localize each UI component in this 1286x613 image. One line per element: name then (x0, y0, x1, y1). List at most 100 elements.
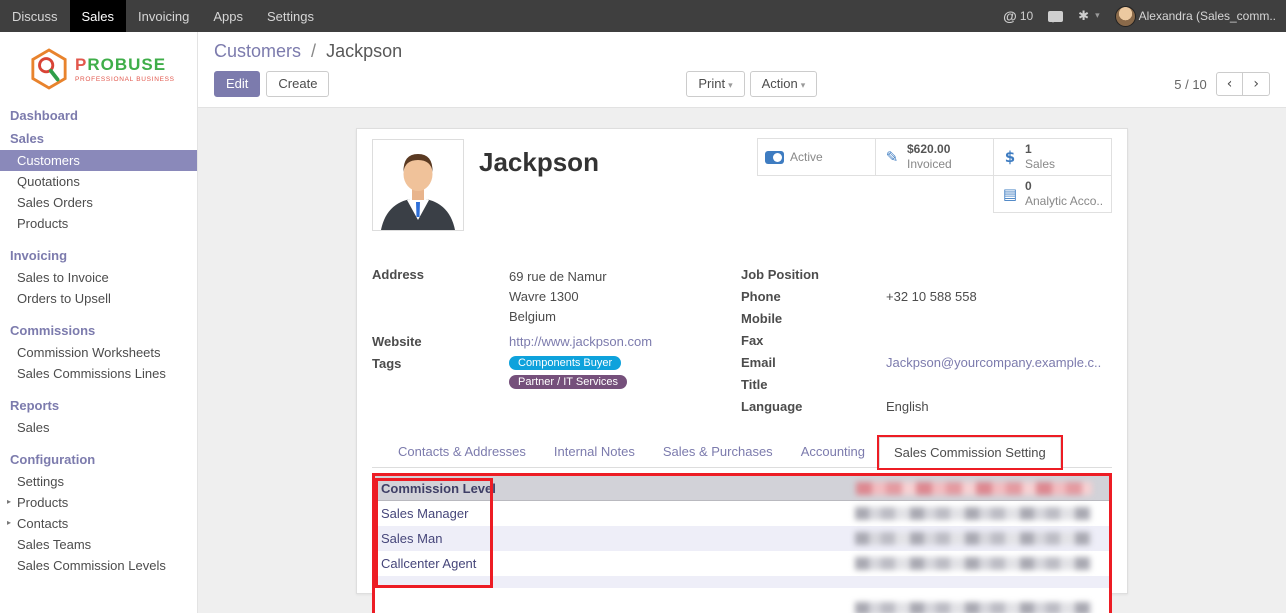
user-name: Alexandra (Sales_comm.. (1139, 9, 1276, 23)
pager-previous-button[interactable]: ‹ (1216, 72, 1244, 97)
mentions-button[interactable]: @ 10 (1003, 8, 1033, 24)
tab-sales-purchases[interactable]: Sales & Purchases (649, 437, 787, 468)
notebook-tabs: Contacts & Addresses Internal Notes Sale… (372, 436, 1112, 468)
sidebar-item-config-products[interactable]: ▸ Products (0, 492, 197, 513)
tab-internal-notes[interactable]: Internal Notes (540, 437, 649, 468)
sidebar-header-reports[interactable]: Reports (0, 394, 197, 417)
topbar: Discuss Sales Invoicing Apps Settings @ … (0, 0, 1286, 32)
systray: @ 10 ✱ ▾ Alexandra (Sales_comm.. (1003, 0, 1286, 32)
pencil-icon: ✎ (883, 148, 901, 166)
messages-button[interactable] (1048, 11, 1063, 22)
sidebar-item-settings[interactable]: Settings (0, 471, 197, 492)
tab-contacts-addresses[interactable]: Contacts & Addresses (384, 437, 540, 468)
tag-components-buyer[interactable]: Components Buyer (509, 356, 621, 370)
address-value: 69 rue de Namur Wavre 1300 Belgium (509, 267, 724, 327)
tag-partner-it-services[interactable]: Partner / IT Services (509, 375, 627, 389)
stat-button-invoiced[interactable]: ✎ $620.00 Invoiced (875, 138, 994, 176)
logo-title: PROBUSE (75, 56, 175, 73)
menu-invoicing[interactable]: Invoicing (126, 0, 201, 32)
menu-settings[interactable]: Settings (255, 0, 326, 32)
sidebar-item-sales-to-invoice[interactable]: Sales to Invoice (0, 267, 197, 288)
sidebar-item-sales-orders[interactable]: Sales Orders (0, 192, 197, 213)
chat-icon (1048, 11, 1063, 22)
top-menu: Discuss Sales Invoicing Apps Settings (0, 0, 326, 32)
tab-sales-commission-setting[interactable]: Sales Commission Setting (879, 437, 1061, 468)
title-label: Title (741, 377, 886, 392)
field-groups: Address 69 rue de Namur Wavre 1300 Belgi… (372, 267, 1112, 414)
expand-caret-icon: ▸ (7, 497, 11, 506)
stat-button-group: Active ✎ $620.00 Invoiced $ (758, 139, 1112, 213)
form-view-container: Jackpson Active ✎ $620.00 Invoiced (198, 108, 1286, 613)
customer-name: Jackpson (479, 147, 599, 241)
tags-value: Components Buyer Partner / IT Services (509, 356, 724, 394)
sidebar-item-sales-commission-levels[interactable]: Sales Commission Levels (0, 555, 197, 576)
tab-accounting[interactable]: Accounting (787, 437, 879, 468)
create-button[interactable]: Create (266, 71, 329, 97)
fax-label: Fax (741, 333, 886, 348)
stat-button-sales[interactable]: $ 1 Sales (993, 138, 1112, 176)
table-row[interactable]: Callcenter Agent (375, 551, 1109, 576)
website-link[interactable]: http://www.jackpson.com (509, 334, 652, 349)
table-row (375, 598, 1109, 613)
menu-apps[interactable]: Apps (201, 0, 255, 32)
app-logo[interactable]: PROBUSE PROFESSIONAL BUSINESS (0, 32, 197, 104)
person-avatar-image (373, 140, 463, 230)
sidebar-item-sales-commissions-lines[interactable]: Sales Commissions Lines (0, 363, 197, 384)
sidebar-item-customers[interactable]: Customers (0, 150, 197, 171)
sidebar-item-config-contacts[interactable]: ▸ Contacts (0, 513, 197, 534)
sidebar-header-configuration[interactable]: Configuration (0, 448, 197, 471)
expand-caret-icon: ▸ (7, 518, 11, 527)
sidebar-item-commission-worksheets[interactable]: Commission Worksheets (0, 342, 197, 363)
breadcrumb-current: Jackpson (326, 41, 402, 61)
commission-level-column-header[interactable]: Commission Level (375, 476, 500, 501)
app-root: Discuss Sales Invoicing Apps Settings @ … (0, 0, 1286, 613)
mobile-label: Mobile (741, 311, 886, 326)
print-dropdown[interactable]: Print▾ (686, 71, 744, 97)
commission-table: Commission Level Sales Manager (375, 476, 1109, 613)
sidebar-item-orders-to-upsell[interactable]: Orders to Upsell (0, 288, 197, 309)
mobile-value (886, 311, 1112, 326)
customer-photo[interactable] (372, 139, 464, 231)
probuse-logo-icon (30, 48, 68, 90)
sidebar-header-sales[interactable]: Sales (0, 127, 197, 150)
action-dropdown[interactable]: Action▾ (750, 71, 818, 97)
mention-count: 10 (1020, 9, 1033, 23)
main-area: Customers / Jackpson Edit Create Print▾ (198, 32, 1286, 613)
sidebar-item-quotations[interactable]: Quotations (0, 171, 197, 192)
table-empty-row (375, 576, 1109, 588)
email-label: Email (741, 355, 886, 370)
stat-button-analytic-accounts[interactable]: ▤ 0 Analytic Acco... (993, 175, 1112, 213)
redacted-header-cell (856, 482, 1092, 495)
breadcrumb-customers[interactable]: Customers (214, 41, 301, 61)
sidebar-header-commissions[interactable]: Commissions (0, 319, 197, 342)
pager-counter: 5 / 10 (1174, 77, 1207, 92)
breadcrumb-separator: / (311, 41, 316, 61)
sidebar-header-dashboard[interactable]: Dashboard (0, 104, 197, 127)
stat-button-active[interactable]: Active (757, 138, 876, 176)
user-menu[interactable]: Alexandra (Sales_comm.. (1115, 6, 1276, 27)
phone-value: +32 10 588 558 (886, 289, 1112, 304)
email-link[interactable]: Jackpson@yourcompany.example.c.. (886, 355, 1101, 370)
table-row[interactable]: Sales Man (375, 526, 1109, 551)
table-header-row: Commission Level (375, 476, 1109, 501)
chevron-down-icon: ▾ (728, 81, 733, 91)
pager-next-button[interactable]: › (1242, 72, 1270, 97)
sidebar-item-reports-sales[interactable]: Sales (0, 417, 197, 438)
pager: ‹ › (1216, 72, 1270, 97)
menu-discuss[interactable]: Discuss (0, 0, 70, 32)
sidebar-header-invoicing[interactable]: Invoicing (0, 244, 197, 267)
title-value (886, 377, 1112, 392)
menu-sales[interactable]: Sales (70, 0, 127, 32)
breadcrumb: Customers / Jackpson (214, 41, 1270, 62)
sidebar-item-sales-teams[interactable]: Sales Teams (0, 534, 197, 555)
control-panel: Customers / Jackpson Edit Create Print▾ (198, 32, 1286, 108)
debug-menu-button[interactable]: ✱ ▾ (1078, 9, 1099, 24)
active-toggle-icon (765, 151, 784, 164)
table-row[interactable]: Sales Manager (375, 501, 1109, 527)
mention-icon: @ (1003, 8, 1017, 24)
table-empty-row (375, 588, 1109, 598)
sidebar: PROBUSE PROFESSIONAL BUSINESS Dashboard … (0, 32, 198, 613)
edit-button[interactable]: Edit (214, 71, 260, 97)
logo-subtitle: PROFESSIONAL BUSINESS (75, 76, 175, 83)
sidebar-item-products[interactable]: Products (0, 213, 197, 234)
